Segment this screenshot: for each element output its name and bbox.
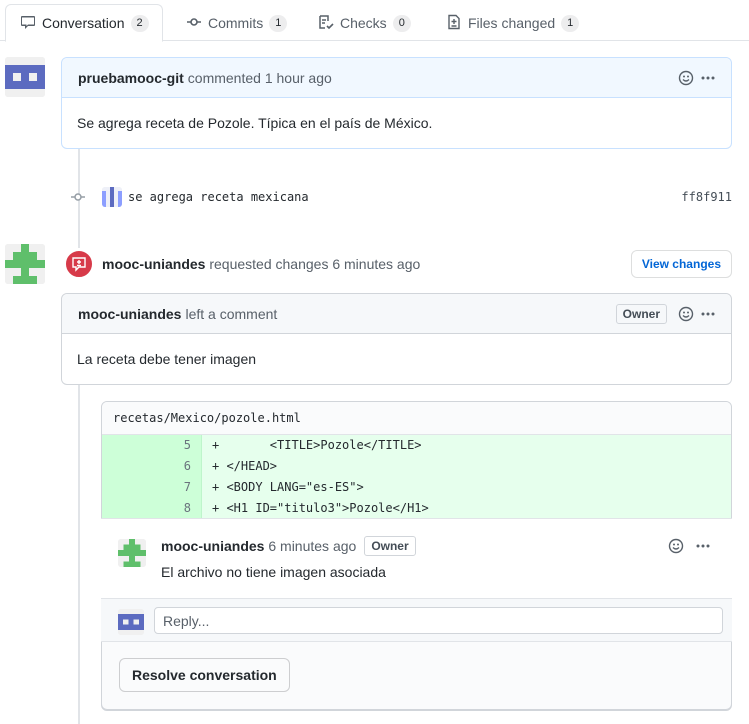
comment-header: pruebamooc-git commented 1 hour ago (62, 58, 731, 98)
comment-icon (20, 14, 36, 33)
line-code: + </HEAD> (202, 456, 731, 477)
line-number[interactable]: 7 (102, 477, 202, 498)
kebab-horizontal-icon[interactable] (697, 304, 719, 324)
file-diff-icon (446, 14, 462, 33)
diff-line: 6 + </HEAD> (102, 456, 731, 477)
commit-avatar[interactable] (102, 187, 122, 207)
tab-conversation-count: 2 (130, 14, 149, 32)
owner-badge: Owner (364, 536, 416, 556)
commit-sha[interactable]: ff8f911 (681, 190, 732, 204)
line-number[interactable]: 6 (102, 456, 202, 477)
line-number[interactable]: 8 (102, 498, 202, 519)
tab-conversation-label: Conversation (42, 15, 125, 31)
kebab-horizontal-icon[interactable] (692, 536, 714, 556)
line-number[interactable]: 5 (102, 435, 202, 456)
avatar[interactable] (5, 244, 45, 284)
commit-message[interactable]: se agrega receta mexicana (128, 190, 309, 204)
smiley-icon[interactable] (675, 68, 697, 88)
comment-box: pruebamooc-git commented 1 hour ago Se a… (61, 57, 732, 149)
review-author[interactable]: mooc-uniandes (102, 256, 205, 272)
tab-bar: Conversation 2 Commits 1 Checks 0 Files … (0, 0, 749, 42)
reply-row (101, 598, 732, 642)
reply-input[interactable] (154, 607, 723, 634)
tab-checks-count: 0 (392, 14, 411, 32)
owner-badge: Owner (615, 303, 667, 324)
tab-checks-label: Checks (340, 15, 387, 31)
avatar[interactable] (118, 609, 144, 635)
checklist-icon (318, 14, 334, 33)
git-commit-icon (186, 14, 202, 33)
diff-line: 8 + <H1 ID="titulo3">Pozole</H1> (102, 498, 731, 519)
tab-files-changed[interactable]: Files changed 1 (432, 4, 593, 42)
timeline-line (78, 384, 80, 724)
review-event: mooc-uniandes requested changes 6 minute… (64, 248, 732, 280)
smiley-icon[interactable] (675, 304, 697, 324)
tab-commits-count: 1 (269, 14, 288, 32)
comment-body: Se agrega receta de Pozole. Típica en el… (77, 115, 433, 131)
review-time[interactable]: 6 minutes ago (332, 256, 420, 272)
comment-action: commented (187, 69, 261, 86)
diff-line: 7 + <BODY LANG="es-ES"> (102, 477, 731, 498)
view-changes-button[interactable]: View changes (630, 250, 732, 278)
review-comment-body: La receta debe tener imagen (77, 351, 257, 367)
line-code: + <H1 ID="titulo3">Pozole</H1> (202, 498, 731, 519)
resolve-conversation-button[interactable]: Resolve conversation (119, 658, 290, 692)
git-commit-icon (70, 189, 86, 205)
resolve-area: Resolve conversation (101, 642, 732, 710)
line-code: + <BODY LANG="es-ES"> (202, 477, 731, 498)
tab-checks[interactable]: Checks 0 (304, 4, 425, 42)
tab-files-changed-label: Files changed (468, 15, 556, 31)
line-code: + <TITLE>Pozole</TITLE> (202, 435, 731, 456)
tab-files-changed-count: 1 (561, 14, 580, 32)
review-action: requested changes (209, 256, 329, 272)
commit-row: se agrega receta mexicana ff8f911 (70, 184, 732, 210)
review-comment-action: left a comment (185, 305, 278, 322)
request-changes-icon (64, 249, 94, 279)
comment-author[interactable]: pruebamooc-git (78, 70, 184, 86)
avatar[interactable] (5, 57, 45, 97)
smiley-icon[interactable] (665, 536, 687, 556)
review-comment-header: mooc-uniandes left a comment Owner (62, 294, 731, 334)
review-comment-author[interactable]: mooc-uniandes (78, 306, 181, 322)
thread-comment-time[interactable]: 6 minutes ago (268, 538, 356, 554)
thread-comment-author[interactable]: mooc-uniandes (161, 538, 264, 554)
review-comment-box: mooc-uniandes left a comment Owner La re… (61, 293, 732, 385)
tab-conversation[interactable]: Conversation 2 (5, 4, 163, 42)
kebab-horizontal-icon[interactable] (697, 68, 719, 88)
avatar[interactable] (118, 539, 146, 567)
tab-commits[interactable]: Commits 1 (172, 4, 301, 42)
diff-line: 5 + <TITLE>Pozole</TITLE> (102, 435, 731, 456)
comment-time[interactable]: 1 hour ago (265, 70, 332, 86)
thread-comment: mooc-uniandes 6 minutes ago Owner El arc… (101, 518, 732, 598)
tab-commits-label: Commits (208, 15, 264, 31)
file-path[interactable]: recetas/Mexico/pozole.html (102, 402, 731, 435)
thread-comment-body: El archivo no tiene imagen asociada (161, 564, 386, 580)
